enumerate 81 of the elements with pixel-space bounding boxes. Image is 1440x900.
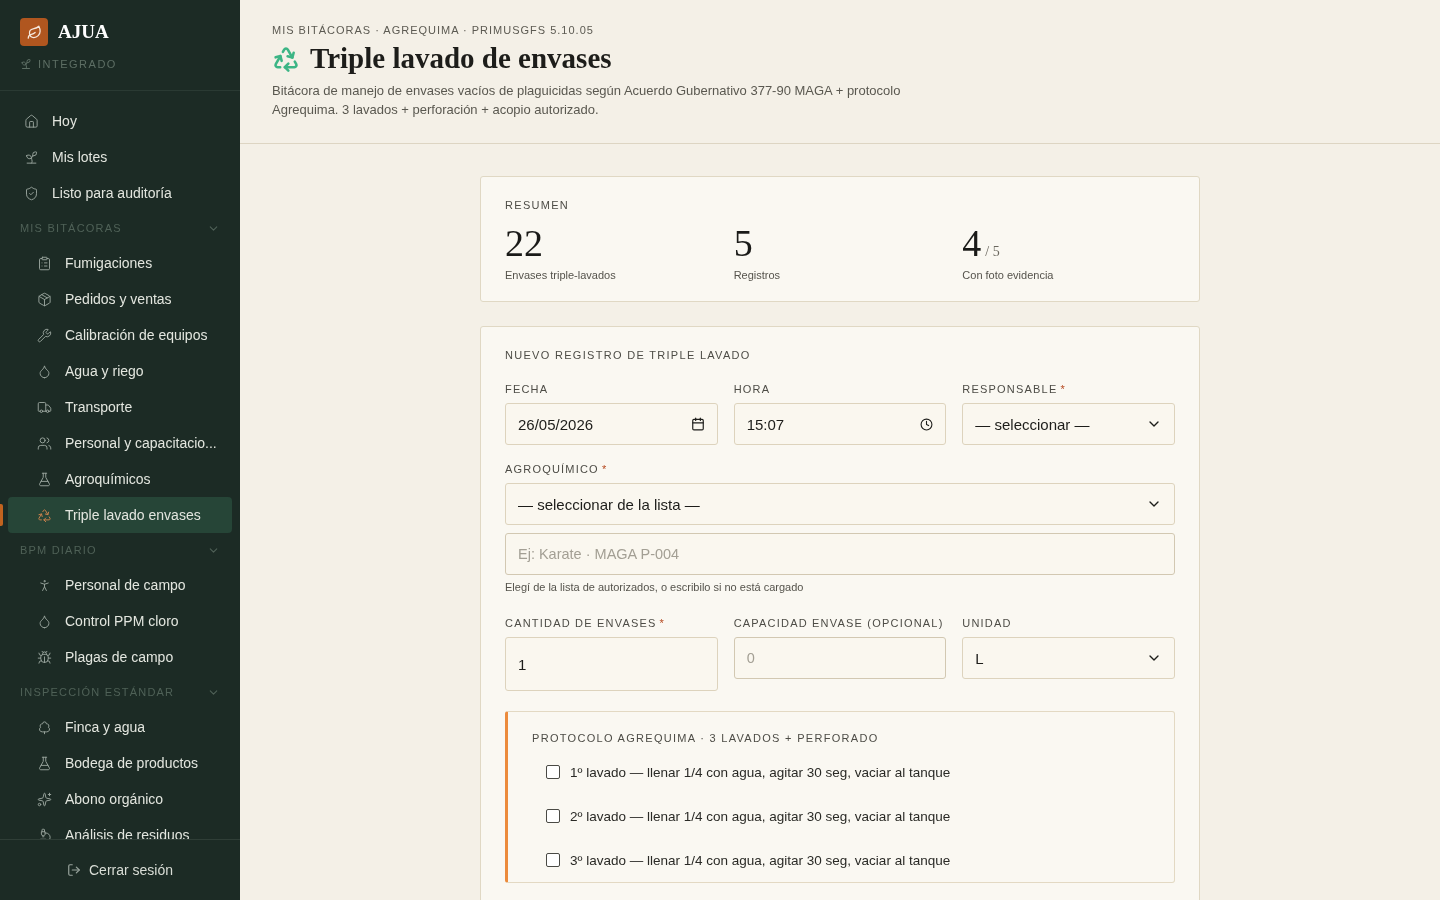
brand-subtitle: INTEGRADO [38,58,117,70]
recycle-icon [272,44,300,73]
stat-label: Registros [733,269,782,281]
field-label: UNIDAD [962,617,1013,629]
checkbox[interactable] [546,809,560,823]
nav-icon [37,327,52,343]
step-label: 1º lavado — llenar 1/4 con agua, agitar 30 seg, vaciar al tanque [570,764,951,780]
page-description: Bitácora de manejo de envases vacíos de plaguicidas según Acuerdo Gubernativo 377-90 MAGA + protocolo Agrequima. 3 lavados + perforación + acopio autorizado. [272,82,902,119]
stat-label: Con foto evidencia [962,269,1055,281]
sidebar-item[interactable]: Finca y agua [8,709,232,745]
brand-name: AJUA [58,21,109,43]
field-label: CANTIDAD DE ENVASES [505,617,657,629]
card-title: RESUMEN [505,199,571,211]
nav-icon [37,255,52,271]
select-field[interactable]: — seleccionar — [962,403,1175,445]
field-label: HORA [733,383,772,395]
sidebar-item[interactable]: Hoy [8,103,232,139]
required-mark: * [659,617,666,629]
stat-label: Envases triple-lavados [505,269,617,281]
nav-icon [37,471,52,487]
page-title: Triple lavado de envases [310,42,612,75]
sidebar-item[interactable]: Fumigaciones [8,245,232,281]
input-field[interactable]: 26/05/2026 [505,403,718,445]
stat-value: 4 [962,223,982,263]
nav-icon [37,291,52,307]
select-field[interactable]: — seleccionar de la lista — [505,483,1175,525]
nav-icon [37,755,52,771]
sidebar-item[interactable]: Plagas de campo [8,639,232,675]
nav-icon [37,791,52,807]
sidebar-item[interactable]: Pedidos y ventas [8,281,232,317]
sidebar-item[interactable]: Control PPM cloro [8,603,232,639]
nav-icon [37,435,52,451]
breadcrumb: MIS BITÁCORAS · AGREQUIMA · PRIMUSGFS 5.10.05 [272,24,595,36]
nav-icon [37,719,52,735]
stat-value: 5 [733,223,753,263]
sidebar-item[interactable]: Transporte [8,389,232,425]
step-label: 2º lavado — llenar 1/4 con agua, agitar 30 seg, vaciar al tanque [570,808,951,824]
sidebar-item[interactable]: Personal y capacitacio... [8,425,232,461]
select-field[interactable]: L [962,637,1175,679]
nav-icon [37,399,52,415]
panel-title: PROTOCOLO AGREQUIMA · 3 LAVADOS + PERFORADO [532,732,880,744]
input-field[interactable]: 15:07 [733,403,947,445]
nav-icon [37,613,52,629]
nav-icon [37,649,52,665]
input-field[interactable]: 1 [505,637,718,691]
nav-icon [37,363,52,379]
calendar-icon [690,417,705,431]
sidebar-item[interactable]: Abono orgánico [8,781,232,817]
field-label: CAPACIDAD ENVASE (OPCIONAL) [733,617,945,629]
checkbox[interactable] [546,765,560,779]
logo [20,18,48,46]
sidebar-item[interactable]: Agua y riego [8,353,232,389]
input-field[interactable]: Ej: Karate · MAGA P-004 [505,533,1175,575]
nav-icon [24,113,39,129]
nav-icon [37,577,52,593]
sidebar-item[interactable]: Mis lotes [8,139,232,175]
stat-total: / 5 [985,244,1000,260]
active-indicator [0,504,3,526]
stat-value: 22 [505,223,543,263]
step-label: 3º lavado — llenar 1/4 con agua, agitar 30 seg, vaciar al tanque [570,852,951,868]
nav-icon [24,185,39,201]
nav-icon [37,507,52,523]
field-label: AGROQUÍMICO [505,463,599,475]
nav-icon [24,149,39,165]
clock-icon [920,417,934,431]
required-mark: * [1060,383,1066,395]
logout-icon [67,863,81,877]
required-mark: * [601,463,608,475]
sidebar-item[interactable]: Personal de campo [8,567,232,603]
field-label: FECHA [505,383,550,395]
sprout-icon [20,58,32,70]
field-label: RESPONSABLE [962,383,1058,395]
logout-button[interactable]: Cerrar sesión [61,861,179,879]
field-hint: Elegí de la lista de autorizados, o escribilo si no está cargado [505,581,805,593]
sidebar-item[interactable]: Agroquímicos [8,461,232,497]
input-field[interactable]: 0 [733,637,947,679]
checkbox[interactable] [546,853,560,867]
sidebar-item[interactable]: Bodega de productos [8,745,232,781]
card-title: NUEVO REGISTRO DE TRIPLE LAVADO [505,349,752,361]
sidebar-item[interactable]: Calibración de equipos [8,317,232,353]
sidebar-item[interactable]: Listo para auditoría [8,175,232,211]
